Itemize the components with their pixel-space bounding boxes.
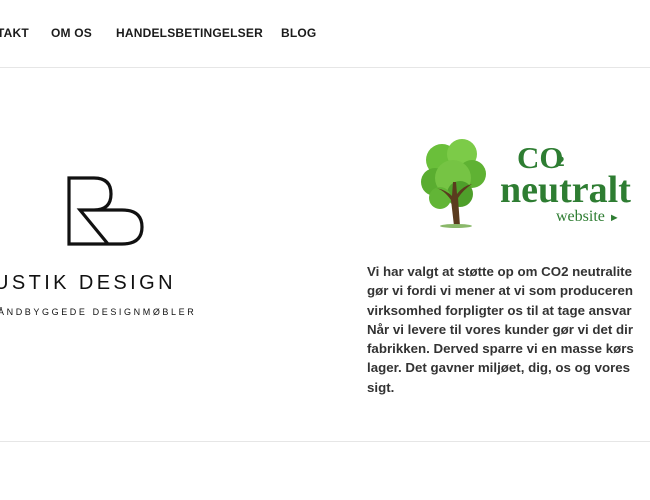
info-line: gør vi fordi vi mener at vi som producer… <box>367 283 634 299</box>
nav-item-handelsbetingelser[interactable]: HANDELSBETINGELSER <box>116 26 263 40</box>
info-line: sigt. <box>367 379 395 395</box>
nav-item-blog[interactable]: BLOG <box>281 26 316 40</box>
info-line: Når vi levere til vores kunder gør vi de… <box>367 321 634 337</box>
rd-monogram-icon[interactable] <box>64 174 148 253</box>
brand-name: USTIK DESIGN <box>0 272 176 294</box>
section-divider <box>0 441 650 442</box>
website-label: website <box>556 208 605 225</box>
website-link[interactable]: website ► <box>556 208 620 226</box>
brand-tagline: ÅNDBYGGEDE DESIGNMØBLER <box>0 307 197 317</box>
info-line: lager. Det gavner miljøet, dig, os og vo… <box>367 360 631 376</box>
info-line: virksomhed forpligter os til at tage ans… <box>367 302 632 318</box>
info-line: fabrikken. Derved sparre vi en masse kør… <box>367 341 634 357</box>
nav-item-om-os[interactable]: OM OS <box>51 26 92 40</box>
top-navigation: TAKT OM OS HANDELSBETINGELSER BLOG <box>0 0 650 68</box>
tree-icon <box>420 138 490 233</box>
co2-info-text: Vi har valgt at støtte op om CO2 neutral… <box>367 262 650 397</box>
play-arrow-icon: ► <box>608 212 620 224</box>
neutral-label: neutralt <box>500 169 631 211</box>
info-line: Vi har valgt at støtte op om CO2 neutral… <box>367 264 633 279</box>
nav-item-kontakt[interactable]: TAKT <box>0 26 29 40</box>
